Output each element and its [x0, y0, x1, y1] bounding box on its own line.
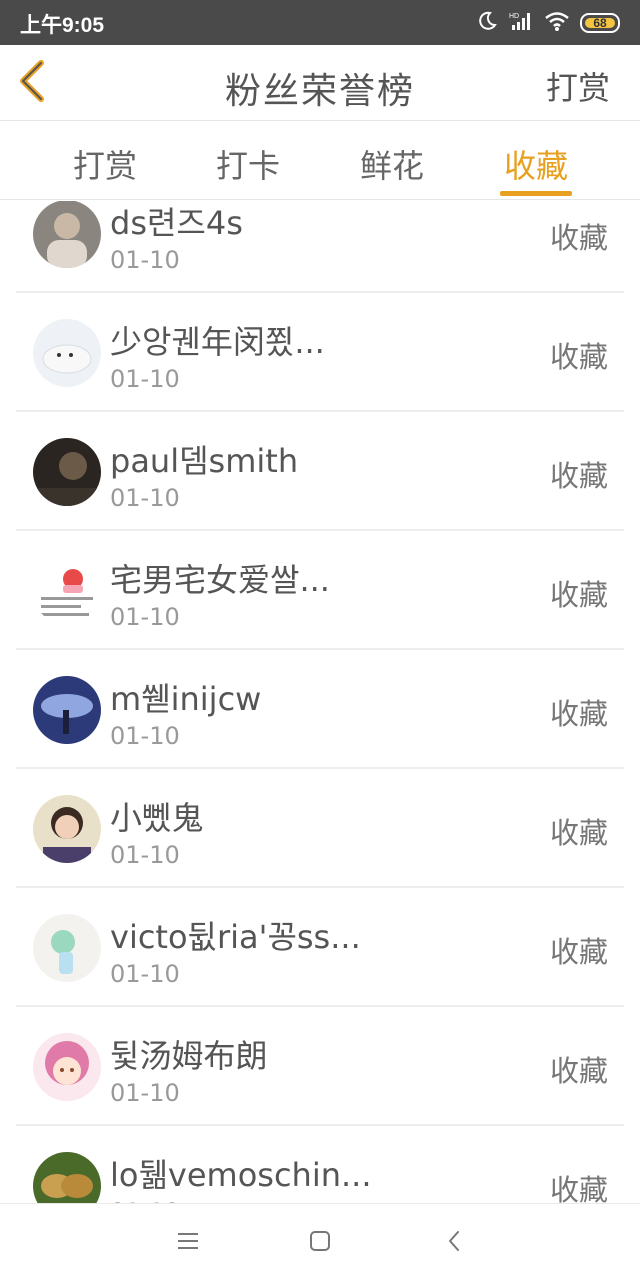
fan-name: m쒣inijcw	[110, 680, 262, 718]
system-nav-bar	[0, 1203, 640, 1280]
back-triangle-icon	[446, 1229, 462, 1257]
favorite-label: 收藏	[549, 578, 608, 612]
fan-name: 宅男宅女爱쌀...	[110, 561, 330, 599]
avatar[interactable]	[33, 1033, 101, 1101]
reward-button[interactable]: 打赏	[546, 63, 610, 109]
fan-name: victo뒶ria'꽁ss...	[110, 918, 361, 956]
status-icons: HD 68	[476, 9, 620, 37]
menu-icon	[177, 1231, 199, 1255]
fan-name: lo뒒vemoschin...	[110, 1156, 372, 1194]
svg-text:HD: HD	[509, 13, 519, 20]
tab-favorites[interactable]: 收藏	[481, 141, 591, 187]
status-time: 上午9:05	[20, 14, 105, 37]
list-item[interactable]: 少앙궨年闵쬤... 01-10 收藏	[16, 293, 624, 412]
fan-list[interactable]: ds련즈4s 01-10 收藏 少앙궨年闵쬤... 01-10 收藏 paul뎀…	[0, 201, 640, 1203]
fan-name: paul뎀smith	[110, 442, 299, 480]
favorite-label: 收藏	[549, 935, 608, 969]
list-item[interactable]: ds련즈4s 01-10 收藏	[16, 201, 624, 293]
system-back-button[interactable]	[437, 1226, 471, 1260]
avatar[interactable]	[33, 795, 101, 863]
status-bar: 上午9:05 HD 68	[0, 0, 640, 45]
list-item[interactable]: paul뎀smith 01-10 收藏	[16, 412, 624, 531]
favorite-label: 收藏	[549, 340, 608, 374]
favorite-label: 收藏	[549, 459, 608, 493]
list-item[interactable]: 뒻汤姆布朗 01-10 收藏	[16, 1007, 624, 1126]
fan-date: 01-10	[110, 960, 180, 988]
favorite-label: 收藏	[549, 697, 608, 731]
tab-reward[interactable]: 打赏	[50, 141, 160, 187]
fan-date: 01-10	[110, 1079, 180, 1107]
fan-date: 01-10	[110, 484, 180, 512]
tab-bar: 打赏 打卡 鲜花 收藏	[0, 121, 640, 200]
fan-date: 01-10	[110, 722, 180, 750]
list-item[interactable]: lo뒒vemoschin... 01-10 收藏	[16, 1126, 624, 1203]
fan-name: 뒻汤姆布朗	[110, 1037, 268, 1075]
list-item[interactable]: victo뒶ria'꽁ss... 01-10 收藏	[16, 888, 624, 1007]
tab-flowers[interactable]: 鲜花	[337, 141, 447, 187]
avatar[interactable]	[33, 438, 101, 506]
list-item[interactable]: 小뼀鬼 01-10 收藏	[16, 769, 624, 888]
menu-button[interactable]	[171, 1226, 205, 1260]
fan-name: 少앙궨年闵쬤...	[110, 323, 325, 361]
favorite-label: 收藏	[549, 1173, 608, 1203]
fan-date: 01-10	[110, 246, 180, 274]
favorite-label: 收藏	[549, 816, 608, 850]
fan-name: ds련즈4s	[110, 204, 243, 242]
home-button[interactable]	[303, 1226, 337, 1260]
fan-name: 小뼀鬼	[110, 799, 204, 837]
tab-checkin[interactable]: 打卡	[193, 141, 303, 187]
battery-icon: 68	[580, 13, 620, 33]
header: 粉丝荣誉榜 打赏	[0, 45, 640, 121]
avatar[interactable]	[33, 201, 101, 268]
list-item[interactable]: 宅男宅女爱쌀... 01-10 收藏	[16, 531, 624, 650]
active-tab-indicator	[500, 191, 572, 196]
hd-signal-icon: HD	[508, 10, 534, 36]
battery-level: 68	[593, 16, 607, 30]
favorite-label: 收藏	[549, 221, 608, 255]
avatar[interactable]	[33, 914, 101, 982]
fan-date: 01-10	[110, 603, 180, 631]
wifi-icon	[544, 10, 570, 36]
avatar[interactable]	[33, 319, 101, 387]
list-item[interactable]: m쒣inijcw 01-10 收藏	[16, 650, 624, 769]
page-title: 粉丝荣誉榜	[224, 71, 415, 112]
avatar[interactable]	[33, 676, 101, 744]
fan-date: 01-10	[110, 841, 180, 869]
moon-icon	[476, 10, 498, 36]
home-square-icon	[309, 1230, 331, 1256]
avatar[interactable]	[33, 557, 101, 625]
avatar[interactable]	[33, 1152, 101, 1203]
fan-date: 01-10	[110, 365, 180, 393]
favorite-label: 收藏	[549, 1054, 608, 1088]
